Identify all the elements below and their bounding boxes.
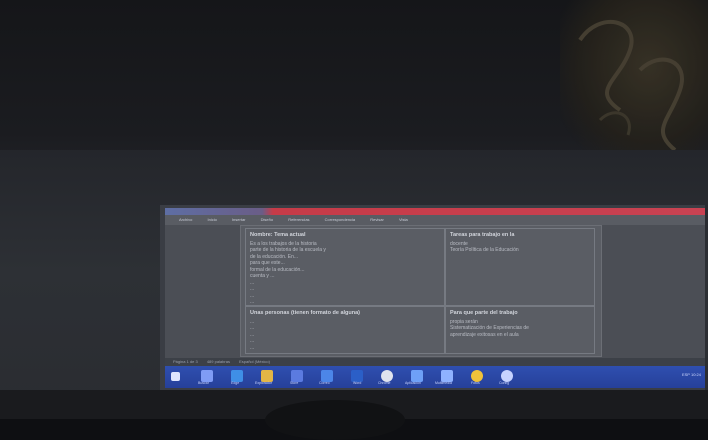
- wall-mural: [560, 0, 708, 165]
- language[interactable]: Español (México): [239, 359, 270, 364]
- table-cell-1-1[interactable]: Nombre: Tema actual Es a los trabajos de…: [245, 228, 445, 306]
- table-cell-1-2[interactable]: Tareas para trabajo en la docente Teoría…: [445, 228, 595, 306]
- taskbar-label: Explorador: [255, 381, 272, 385]
- taskbar-label: Word: [353, 381, 362, 385]
- tab-insert[interactable]: Insertar: [232, 217, 246, 222]
- tab-design[interactable]: Diseño: [261, 217, 273, 222]
- taskbar: Buscar Edge Explorador Store Correo Word…: [165, 366, 705, 388]
- status-bar: Página 1 de 3 489 palabras Español (Méxi…: [165, 358, 705, 366]
- cell-line: aprendizaje exitosas en el aula: [450, 331, 519, 338]
- word-count: 489 palabras: [206, 359, 230, 364]
- taskbar-label: Fotos: [471, 381, 480, 385]
- table-cell-2-2[interactable]: Para que parte del trabajo propia serán …: [445, 306, 595, 354]
- document-area: Nombre: Tema actual Es a los trabajos de…: [165, 225, 705, 358]
- taskbar-label: Config: [499, 381, 510, 385]
- word-window: Archivo Inicio Insertar Diseño Referenci…: [165, 208, 705, 358]
- cell-heading: Unas personas (tienen formato de alguna): [250, 310, 361, 316]
- cell-heading: Para que parte del trabajo: [450, 310, 518, 316]
- cell-line: ...: [250, 344, 255, 351]
- tab-review[interactable]: Revisar: [370, 217, 384, 222]
- page-count: Página 1 de 3: [173, 359, 198, 364]
- audience-head: [265, 400, 405, 440]
- tab-mailings[interactable]: Correspondencia: [325, 217, 355, 222]
- tab-home[interactable]: Inicio: [207, 217, 216, 222]
- taskbar-label: Correo: [319, 381, 330, 385]
- start-icon[interactable]: [171, 372, 180, 381]
- taskbar-label: Aplicación: [405, 381, 421, 385]
- taskbar-label: Edge: [231, 381, 240, 385]
- taskbar-label: Buscar: [198, 381, 209, 385]
- cell-line: Teoría Política de la Educación: [450, 247, 519, 253]
- ribbon-tabs: Archivo Inicio Insertar Diseño Referenci…: [165, 215, 705, 225]
- taskbar-label: Chrome: [378, 381, 391, 385]
- title-bar[interactable]: [165, 208, 705, 215]
- system-tray[interactable]: ESP 10:24: [682, 372, 701, 377]
- cell-heading: Nombre: Tema actual: [250, 232, 306, 238]
- tab-view[interactable]: Vista: [399, 217, 408, 222]
- taskbar-label: Multimedia: [435, 381, 452, 385]
- table-cell-2-1[interactable]: Unas personas (tienen formato de alguna)…: [245, 306, 445, 354]
- cell-heading: Tareas para trabajo en la: [450, 232, 515, 238]
- tab-references[interactable]: Referencias: [288, 217, 309, 222]
- cell-line: ...: [250, 299, 255, 305]
- document-page[interactable]: Nombre: Tema actual Es a los trabajos de…: [240, 225, 602, 357]
- taskbar-label: Store: [290, 381, 299, 385]
- tab-file[interactable]: Archivo: [179, 217, 192, 222]
